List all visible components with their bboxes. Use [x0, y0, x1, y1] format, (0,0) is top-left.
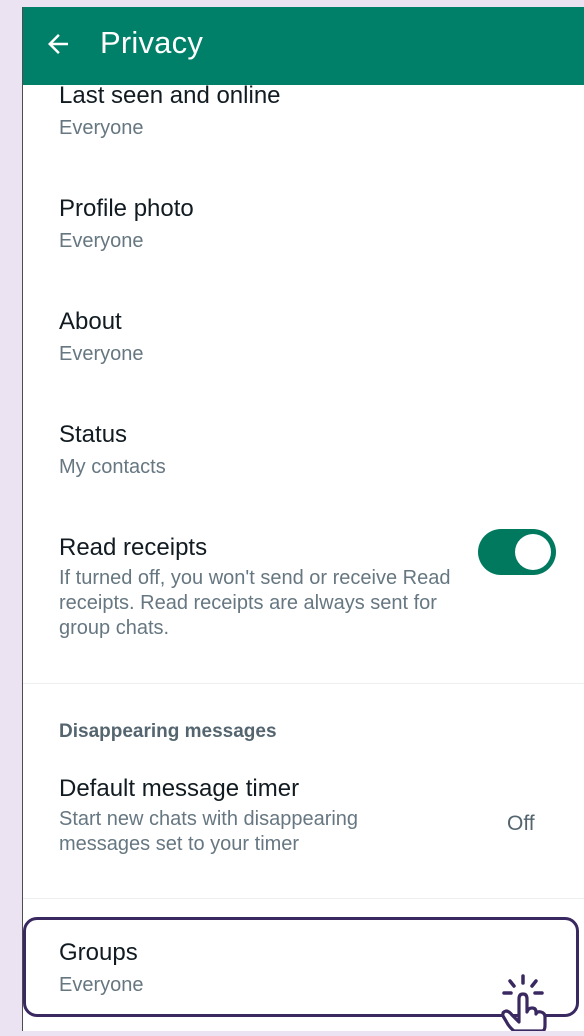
read-receipts-description: If turned off, you won't send or receive…: [59, 567, 451, 639]
default-timer-value: Off: [507, 812, 535, 835]
status-title: Status: [59, 421, 128, 448]
arrow-left-icon: [48, 34, 68, 54]
back-button[interactable]: [43, 29, 73, 59]
read-receipts-title: Read receipts: [59, 534, 208, 561]
tap-hand-icon: [488, 972, 558, 1033]
status-value: My contacts: [59, 456, 166, 478]
profile-photo-value: Everyone: [59, 230, 144, 252]
default-timer-description: Start new chats with disappearing messag…: [59, 808, 359, 855]
page-title: Privacy: [100, 25, 204, 60]
app-bar: Privacy: [23, 7, 584, 85]
about-value: Everyone: [59, 343, 144, 365]
divider: [23, 683, 584, 684]
status-setting[interactable]: Status My contacts: [59, 420, 565, 480]
divider: [23, 898, 584, 899]
about-setting[interactable]: About Everyone: [59, 307, 565, 367]
disappearing-messages-header: Disappearing messages: [59, 721, 277, 742]
last-seen-setting[interactable]: Last seen and online Everyone: [59, 81, 565, 141]
privacy-screen: Privacy Last seen and online Everyone Pr…: [22, 7, 584, 1031]
profile-photo-title: Profile photo: [59, 195, 194, 222]
read-receipts-setting[interactable]: Read receipts If turned off, you won't s…: [59, 533, 465, 641]
default-timer-setting[interactable]: Default message timer Start new chats wi…: [59, 774, 465, 857]
last-seen-title: Last seen and online: [59, 82, 281, 109]
about-title: About: [59, 308, 122, 335]
last-seen-value: Everyone: [59, 117, 144, 139]
profile-photo-setting[interactable]: Profile photo Everyone: [59, 194, 565, 254]
default-timer-title: Default message timer: [59, 775, 300, 802]
read-receipts-toggle[interactable]: [478, 529, 556, 575]
toggle-knob: [515, 534, 551, 570]
